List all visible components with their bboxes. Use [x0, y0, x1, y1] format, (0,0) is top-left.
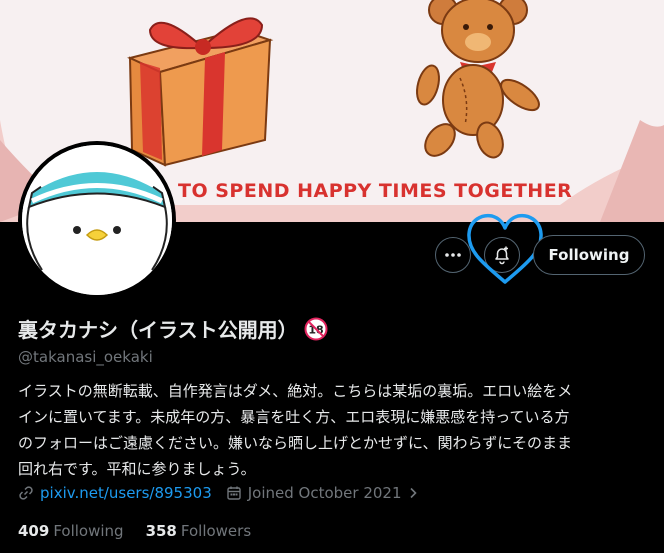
bio-line: インに置いてます。未成年の方、暴言を吐く方、エロ表現に嫌悪感を持っている方 — [18, 408, 570, 426]
bio-line: 回れ右です。平和に参りましょう。 — [18, 460, 256, 478]
profile-meta: pixiv.net/users/895303 Joined October 20… — [18, 484, 420, 502]
profile-stats: 409 Following 358 Followers — [18, 522, 273, 540]
following-label: Following — [53, 522, 124, 540]
calendar-icon — [227, 486, 241, 500]
chevron-right-icon[interactable] — [406, 486, 420, 500]
followers-count: 358 — [145, 522, 177, 540]
display-name: 裏タカナシ（イラスト公開用） — [18, 318, 298, 342]
age-restriction-badge: 18 — [304, 317, 328, 340]
followers-label: Followers — [180, 522, 252, 540]
bio-line: イラストの無断転載、自作発言はダメ、絶対。こちらは某垢の裏垢。エロい絵をメ — [18, 382, 573, 400]
profile-bio: イラストの無断転載、自作発言はダメ、絶対。こちらは某垢の裏垢。エロい絵をメ イン… — [18, 378, 650, 482]
following-stat-link[interactable]: 409 Following — [18, 522, 124, 540]
avatar-illustration — [22, 145, 172, 295]
link-icon — [19, 486, 33, 500]
bio-line: のフォローはご遠慮ください。嫌いなら晒し上げとかせずに、関わらずにそのまま — [18, 434, 572, 452]
banner-caption: TO SPEND HAPPY TIMES TOGETHER — [178, 180, 573, 202]
followers-stat-link[interactable]: 358 Followers — [146, 522, 252, 540]
more-horizontal-icon — [445, 253, 461, 257]
following-count: 409 — [18, 522, 50, 540]
website-link[interactable]: pixiv.net/users/895303 — [40, 484, 212, 502]
profile-avatar[interactable] — [18, 141, 176, 299]
following-button[interactable]: Following — [533, 235, 645, 275]
name-row: 裏タカナシ（イラスト公開用） 18 — [18, 314, 328, 343]
user-handle: @takanasi_oekaki — [18, 348, 153, 366]
joined-date: Joined October 2021 — [247, 484, 402, 502]
